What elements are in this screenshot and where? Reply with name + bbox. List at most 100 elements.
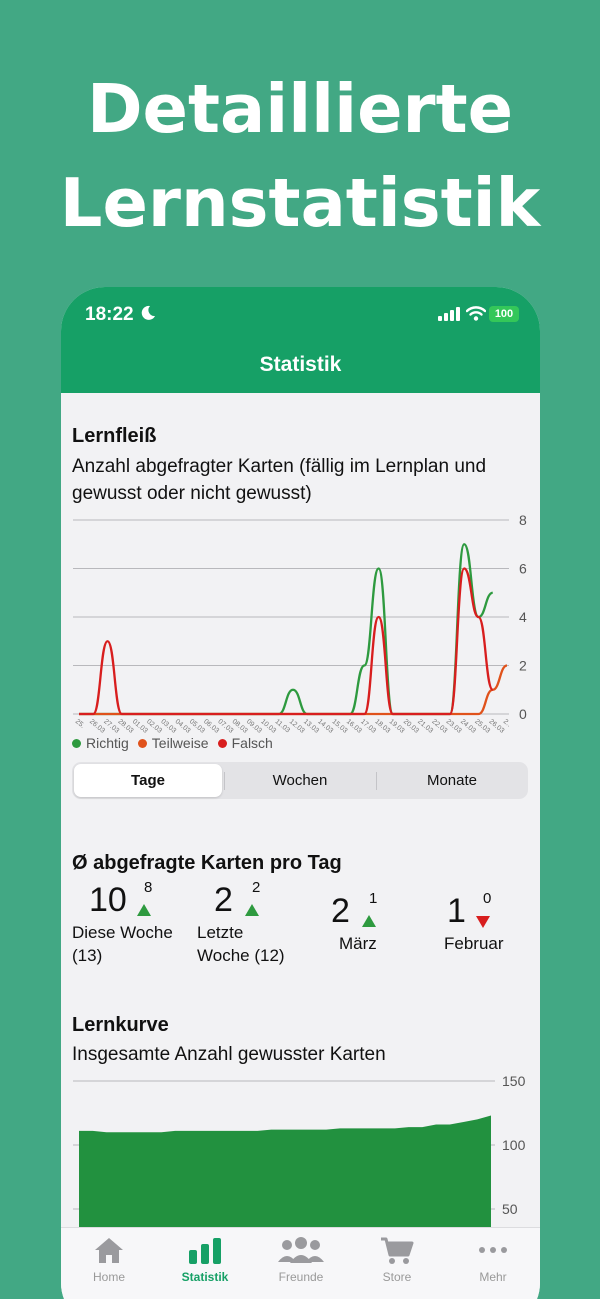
x-tick-label: 09.03 xyxy=(245,718,263,735)
x-tick-label: 13.03 xyxy=(302,718,320,735)
bar-chart-icon xyxy=(189,1238,221,1264)
phone-screen: 18:22 100 Statistik Lernfleiß Anzahl abg… xyxy=(61,287,540,1299)
segment-wochen[interactable]: Wochen xyxy=(226,764,374,797)
x-tick-label: 02.03 xyxy=(145,718,163,735)
home-icon xyxy=(95,1238,123,1263)
legend-dot-richtig xyxy=(72,738,81,748)
lernkurve-subtitle: Insgesamte Anzahl gewusster Karten xyxy=(72,1044,386,1065)
x-tick-label: 11.03 xyxy=(273,718,291,734)
average-delta: 0 xyxy=(483,890,492,907)
x-tick-label: 22.03 xyxy=(430,718,448,735)
battery-indicator: 100 xyxy=(489,306,519,322)
x-tick-label: 10.03 xyxy=(259,718,277,735)
average-label: März xyxy=(339,932,377,955)
chart-legend: Richtig Teilweise Falsch xyxy=(72,735,273,751)
tab-label: Home xyxy=(92,1270,125,1284)
navigation-bar: 18:22 100 Statistik xyxy=(61,287,540,393)
headline-line-1: Detaillierte xyxy=(86,70,514,148)
legend-dot-falsch xyxy=(217,738,227,748)
average-label-line-2: (13) xyxy=(72,946,103,965)
lernkurve-title: Lernkurve xyxy=(72,1014,169,1036)
x-tick-label: 14.03 xyxy=(316,718,334,735)
lernfleiss-chart: 0246825. 26.0327.0328.0301.0302.0303.0304… xyxy=(73,512,527,735)
y-tick-label: 0 xyxy=(519,706,527,722)
cart-icon xyxy=(381,1237,414,1264)
tab-bar: Home Statistik Freunde Store Mehr xyxy=(61,1227,540,1299)
segment-divider xyxy=(376,772,377,790)
average-value: 1 xyxy=(447,892,466,930)
lernfleiss-title: Lernfleiß xyxy=(72,425,157,447)
y-tick-label: 6 xyxy=(519,561,527,577)
y-tick-label: 150 xyxy=(502,1073,526,1089)
legend-item-falsch: Falsch xyxy=(217,735,273,751)
x-tick-label: 15.03 xyxy=(331,718,349,735)
signal-icon xyxy=(438,307,460,321)
x-tick-label: 23.03 xyxy=(445,718,463,735)
average-value: 10 xyxy=(89,881,127,919)
tab-label: Store xyxy=(382,1270,412,1284)
x-tick-label: 06.03 xyxy=(202,718,220,735)
x-tick-label: 28.03 xyxy=(117,718,135,735)
average-delta: 1 xyxy=(369,890,378,907)
average-delta: 8 xyxy=(144,879,153,896)
y-tick-label: 100 xyxy=(502,1137,526,1153)
x-tick-label: 19.03 xyxy=(388,718,406,735)
average-label-line-1: Februar xyxy=(444,934,504,953)
x-tick-label: 17.03 xyxy=(359,718,377,735)
average-value: 2 xyxy=(214,881,233,919)
status-time: 18:22 xyxy=(85,304,134,325)
x-tick-label: 01.03 xyxy=(131,718,149,735)
period-segmented-control: Tage Wochen Monate xyxy=(72,762,528,799)
average-label-line-2: Woche (12) xyxy=(197,946,285,965)
average-label-line-1: März xyxy=(339,934,377,953)
friends-icon xyxy=(278,1237,324,1263)
series-line-falsch xyxy=(78,567,494,716)
segment-divider xyxy=(224,772,225,790)
average-label: Februar xyxy=(444,932,504,955)
x-tick-label: 21.03 xyxy=(416,718,434,735)
legend-item-richtig: Richtig xyxy=(72,735,129,751)
average-value: 2 xyxy=(331,892,350,930)
tab-label: Statistik xyxy=(181,1270,229,1284)
y-tick-label: 50 xyxy=(502,1201,518,1217)
legend-label-richtig: Richtig xyxy=(86,735,129,751)
x-tick-label: 04.03 xyxy=(174,718,192,735)
x-tick-label: 18.03 xyxy=(373,718,391,735)
x-tick-label: 12.03 xyxy=(288,718,306,735)
average-label: Letzte Woche (12) xyxy=(197,921,285,967)
segment-monate[interactable]: Monate xyxy=(378,764,526,797)
average-delta: 2 xyxy=(252,879,261,896)
x-tick-label: 24.03 xyxy=(459,718,477,735)
page-title: Statistik xyxy=(259,353,342,376)
trend-up-icon xyxy=(137,904,151,916)
series-line-richtig xyxy=(78,543,494,716)
x-tick-label: 08.03 xyxy=(231,718,249,735)
x-tick-label: 05.03 xyxy=(188,718,206,735)
tab-label: Mehr xyxy=(479,1270,507,1284)
legend-label-falsch: Falsch xyxy=(231,735,273,751)
averages-title: Ø abgefragte Karten pro Tag xyxy=(72,852,342,874)
wifi-icon xyxy=(466,306,486,321)
x-tick-label: 25.03 xyxy=(473,718,491,735)
y-tick-label: 2 xyxy=(519,658,527,674)
legend-item-teilweise: Teilweise xyxy=(137,735,209,751)
x-tick-label: 26.03 xyxy=(88,718,106,735)
y-tick-label: 4 xyxy=(519,609,527,625)
x-tick-label: 26.03 xyxy=(487,718,505,735)
more-icon xyxy=(479,1247,507,1253)
y-tick-label: 8 xyxy=(519,512,527,528)
legend-label-teilweise: Teilweise xyxy=(151,735,209,751)
moon-icon xyxy=(141,305,155,320)
segment-tage[interactable]: Tage xyxy=(74,764,222,797)
trend-up-icon xyxy=(362,915,376,927)
x-tick-label: 20.03 xyxy=(402,718,420,735)
tab-label: Freunde xyxy=(278,1270,324,1284)
headline-line-2: Lernstatistik xyxy=(59,164,541,242)
x-tick-label: 03.03 xyxy=(159,718,177,735)
average-label-line-1: Letzte xyxy=(197,923,244,942)
x-tick-label: 16.03 xyxy=(345,718,363,735)
x-tick-label: 27.03 xyxy=(102,718,120,735)
legend-dot-teilweise xyxy=(137,738,147,748)
trend-up-icon xyxy=(245,904,259,916)
lernkurve-chart: 50 100 150 xyxy=(73,1073,526,1227)
